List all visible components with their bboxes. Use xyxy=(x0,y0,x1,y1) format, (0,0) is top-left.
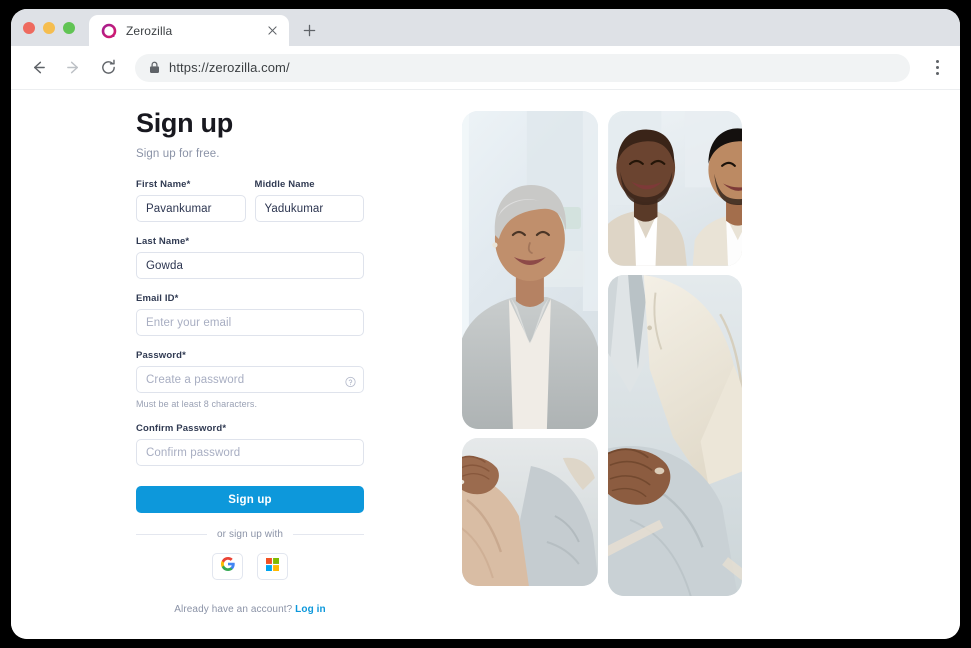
confirm-password-field: Confirm Password* xyxy=(136,423,364,467)
browser-window: Zerozilla https://zerozilla.com/ Sign up… xyxy=(11,9,960,639)
page-title: Sign up xyxy=(136,108,233,138)
password-label: Password* xyxy=(136,350,186,362)
middle-name-field: Middle Name xyxy=(254,179,364,223)
password-hint: Must be at least 8 characters. xyxy=(136,399,258,410)
middle-name-label: Middle Name xyxy=(254,179,315,191)
middle-name-input[interactable] xyxy=(254,195,364,223)
first-name-field: First Name* xyxy=(136,179,246,223)
photo-smiling-woman-grey-blazer xyxy=(462,111,598,429)
google-icon xyxy=(220,557,235,576)
help-circle-icon[interactable] xyxy=(345,374,356,387)
divider-line-right xyxy=(293,534,365,536)
login-prompt: Already have an account? Log in xyxy=(136,604,364,615)
login-link[interactable]: Log in xyxy=(295,604,326,615)
tab-strip: Zerozilla xyxy=(11,9,960,46)
maximize-window-button[interactable] xyxy=(63,21,75,34)
lock-icon xyxy=(149,61,160,74)
reload-icon[interactable] xyxy=(97,57,119,79)
address-bar[interactable]: https://zerozilla.com/ xyxy=(135,53,910,82)
tab-title: Zerozilla xyxy=(126,23,173,38)
signup-button[interactable]: Sign up xyxy=(136,486,364,514)
collage-column-left xyxy=(462,111,598,596)
window-controls xyxy=(23,9,89,46)
microsoft-signup-button[interactable] xyxy=(257,553,288,581)
close-window-button[interactable] xyxy=(23,21,35,34)
first-name-input[interactable] xyxy=(136,195,246,223)
photo-two-smiling-men xyxy=(607,111,742,266)
google-signup-button[interactable] xyxy=(212,553,243,581)
address-bar-url: https://zerozilla.com/ xyxy=(169,60,290,75)
email-label: Email ID* xyxy=(136,293,179,305)
last-name-field: Last Name* xyxy=(136,236,364,280)
page-subtitle: Sign up for free. xyxy=(136,148,220,161)
divider-text: or sign up with xyxy=(217,529,283,541)
browser-toolbar: https://zerozilla.com/ xyxy=(11,46,960,90)
login-prompt-text: Already have an account? xyxy=(174,604,293,616)
password-field: Password* Must be at least 8 characters. xyxy=(136,350,364,409)
browser-menu-icon[interactable] xyxy=(927,57,947,79)
page-content: Sign up Sign up for free. First Name* Mi… xyxy=(11,90,960,639)
last-name-input[interactable] xyxy=(136,252,364,280)
forward-icon[interactable] xyxy=(62,57,84,79)
email-field: Email ID* xyxy=(136,293,364,337)
back-icon[interactable] xyxy=(27,57,49,79)
last-name-label: Last Name* xyxy=(136,236,190,248)
social-login-row xyxy=(136,553,364,581)
photo-collage xyxy=(462,111,742,596)
new-tab-button[interactable] xyxy=(295,16,323,44)
browser-tab-zerozilla[interactable]: Zerozilla xyxy=(89,15,289,46)
email-input[interactable] xyxy=(136,309,364,337)
photo-seated-laps-hands xyxy=(462,438,598,586)
collage-column-right xyxy=(607,111,742,596)
first-name-label: First Name* xyxy=(136,179,191,191)
microsoft-icon xyxy=(266,557,279,576)
social-divider: or sign up with xyxy=(136,529,365,541)
zerozilla-logo-icon xyxy=(101,23,117,39)
name-field-row: First Name* Middle Name xyxy=(136,179,364,223)
confirm-password-label: Confirm Password* xyxy=(136,423,227,435)
divider-line-left xyxy=(136,534,208,536)
photo-man-cream-blazer-hands xyxy=(607,274,742,596)
signup-form: Sign up Sign up for free. First Name* Mi… xyxy=(136,107,365,615)
close-tab-icon[interactable] xyxy=(264,23,280,39)
minimize-window-button[interactable] xyxy=(43,21,55,34)
password-input[interactable] xyxy=(136,366,364,394)
confirm-password-input[interactable] xyxy=(136,439,364,467)
